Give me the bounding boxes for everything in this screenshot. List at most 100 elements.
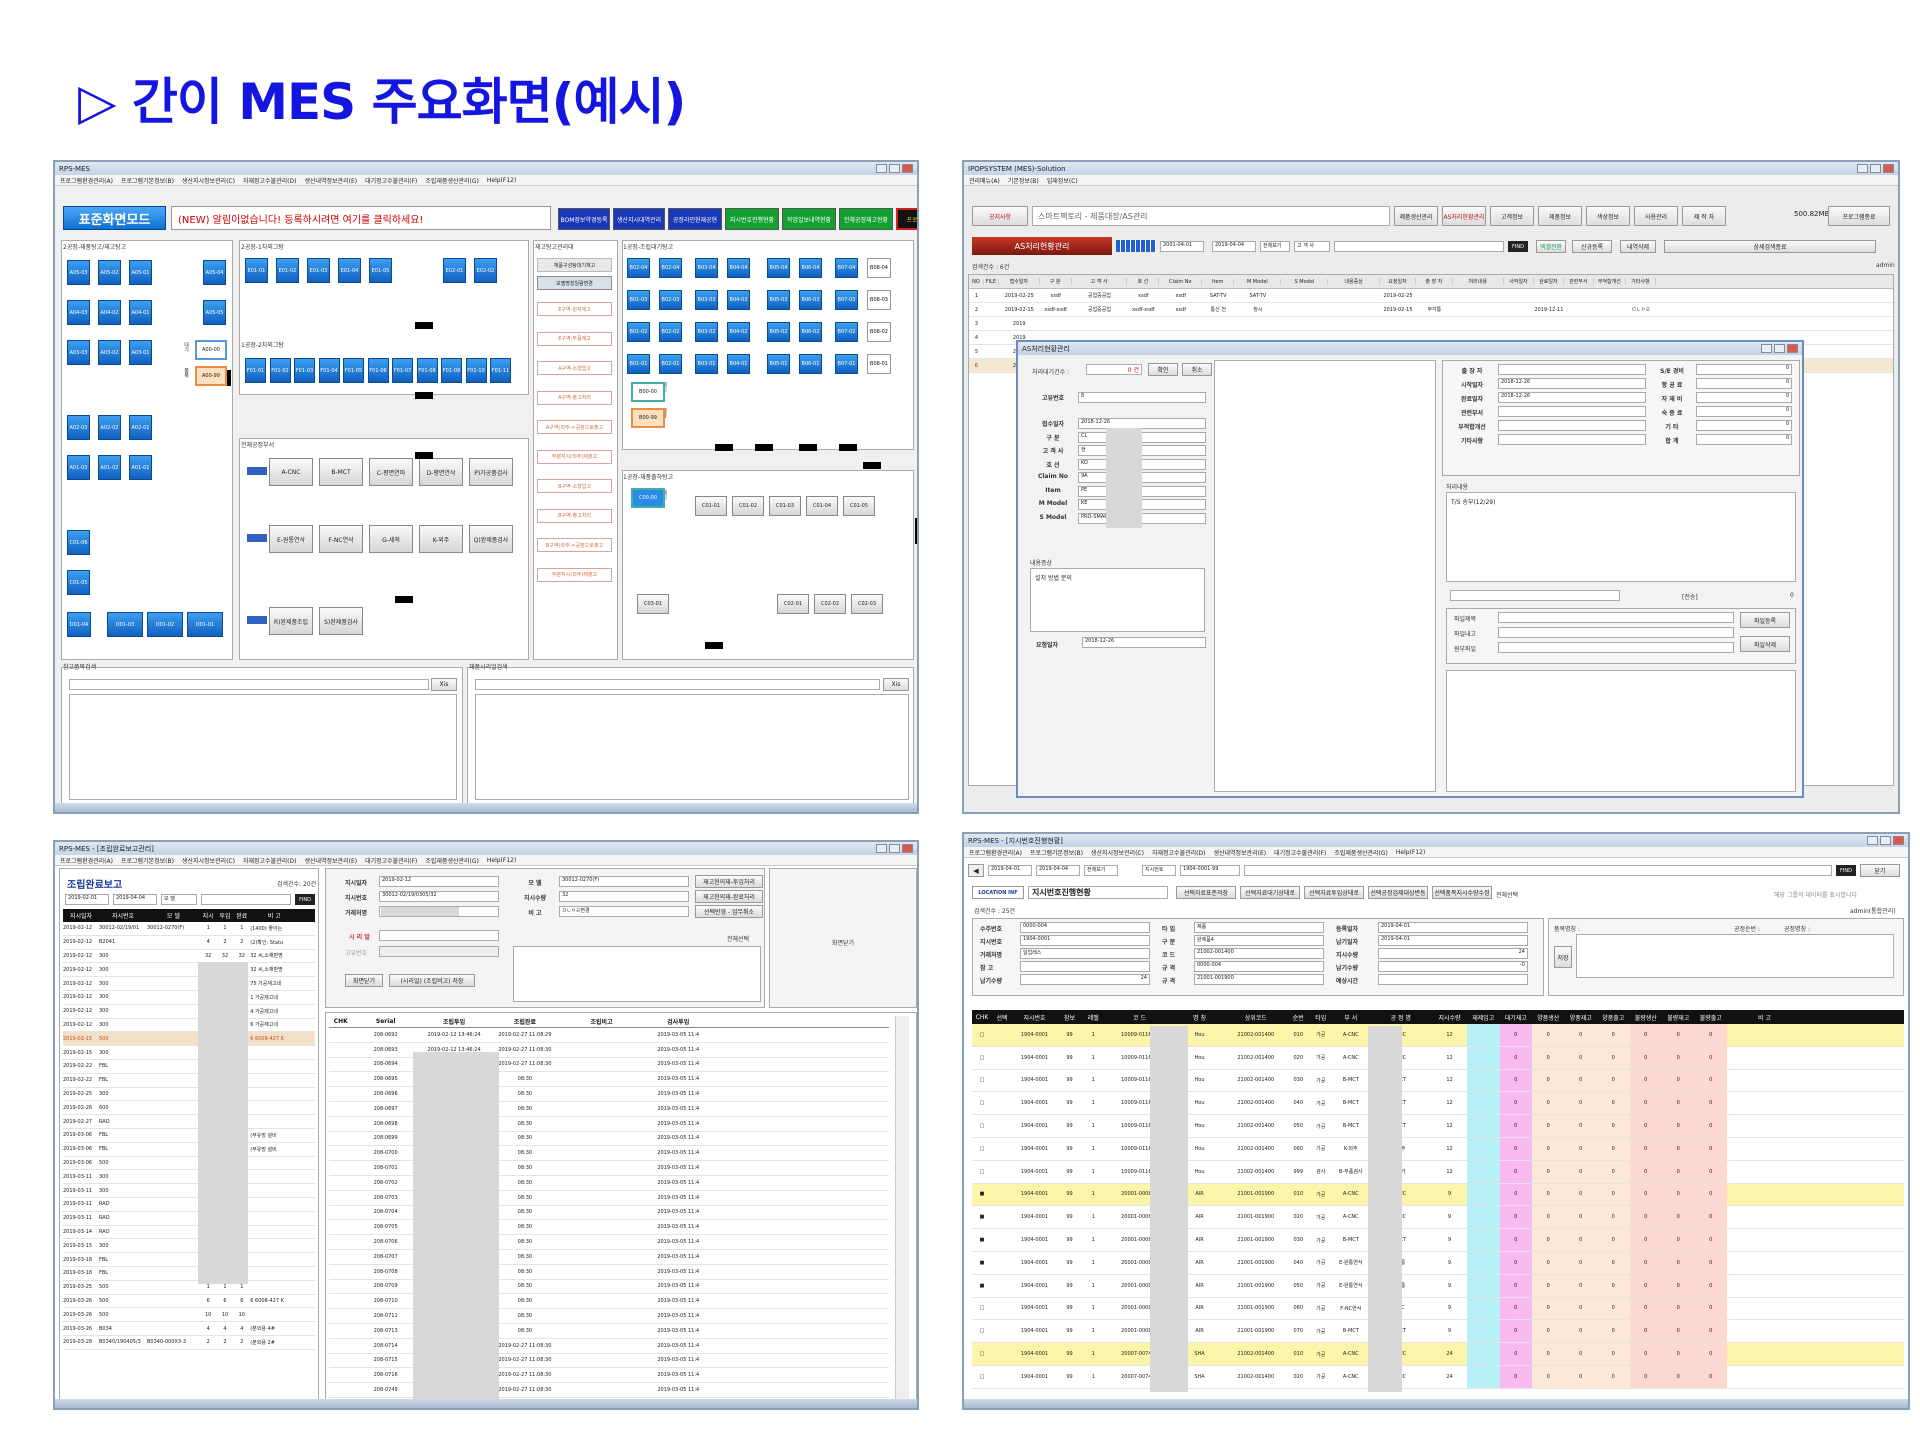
storage-cell[interactable]: B05-04 <box>767 258 790 278</box>
storage-cell[interactable]: B02-04 <box>627 258 650 278</box>
date-to-input[interactable]: 2019-04-04 <box>113 894 157 905</box>
table-row[interactable]: 2019-03-06FBL777(부유망 설비 <box>63 1143 315 1157</box>
storage-cell[interactable]: F01-10 <box>465 358 487 383</box>
dialog-field-value[interactable]: KE <box>1078 499 1206 510</box>
memo-textarea[interactable] <box>1576 934 1894 978</box>
action-button[interactable]: 재고현의재-완료처리 <box>695 890 763 903</box>
col-header[interactable]: 지시수량 <box>1432 1013 1467 1022</box>
col-header[interactable]: 완료일자 <box>1534 278 1564 285</box>
table-cell[interactable]: ■ <box>972 1252 992 1274</box>
save-button[interactable]: (시리얼) (조립비고) 저장 <box>389 974 475 987</box>
col-header[interactable]: 투입 <box>217 911 234 920</box>
menu-item[interactable]: 기본정보(B) <box>1008 176 1039 185</box>
col-header[interactable]: 고 객 사 <box>1072 278 1128 285</box>
dialog-minimize-button[interactable] <box>1761 344 1772 353</box>
menu-item[interactable]: 조립재품생산관리(G) <box>425 176 479 185</box>
dialog-field-value[interactable]: 2018-12-26 <box>1078 418 1206 429</box>
b-special-cell[interactable]: B00-00 <box>631 382 665 402</box>
col-header[interactable]: CHK <box>972 1014 992 1021</box>
stock-manage-item[interactable]: A구역(외주->공장으로출고 <box>537 420 612 434</box>
top-button[interactable]: 제품생산관리 <box>1394 206 1438 226</box>
file-path-input[interactable] <box>1450 590 1620 601</box>
storage-cell[interactable]: F01-03 <box>294 358 315 383</box>
form-value[interactable]: 완제품4 <box>1194 935 1324 946</box>
attach-input[interactable] <box>1498 627 1734 638</box>
storage-cell[interactable]: A05-01 <box>129 260 152 285</box>
form-value[interactable]: 1904-0001 <box>1020 935 1150 946</box>
menu-item[interactable]: Help(F12) <box>487 857 516 864</box>
storage-cell[interactable]: A01-01 <box>129 455 152 480</box>
dialog-field-value[interactable]: 8 <box>1078 392 1206 403</box>
close-screen-label[interactable]: 화면닫기 <box>832 938 854 947</box>
stock-manage-item[interactable]: A구역-소형입고 <box>537 361 612 375</box>
col-header[interactable]: 호 선 <box>1127 278 1160 285</box>
form-value[interactable]: 30012-0270(F) <box>559 876 689 887</box>
table-row[interactable]: 2019-03-06FBL777(부유망 설비 <box>63 1129 315 1143</box>
right-field-value[interactable] <box>1498 406 1646 417</box>
storage-cell[interactable]: F01-01 <box>245 358 266 383</box>
storage-cell[interactable]: B06-03 <box>799 290 822 310</box>
cost-value[interactable]: 0 <box>1696 364 1792 375</box>
dialog-field-value[interactable]: PRO-SMART BOARD <box>1078 512 1206 524</box>
col-header[interactable]: 대기재고 <box>1500 1013 1533 1022</box>
storage-cell[interactable]: C01-05 <box>67 570 90 595</box>
storage-cell[interactable]: A03-02 <box>98 340 121 365</box>
find-button[interactable]: FIND <box>1508 241 1528 252</box>
table-row[interactable]: 2019-02-22FBL222 <box>63 1060 315 1074</box>
top-button[interactable]: 생산지시대역관리 <box>613 208 665 230</box>
storage-cell[interactable]: F01-08 <box>416 358 438 383</box>
top-button[interactable]: 공정라인현재공현 <box>668 208 722 230</box>
col-header[interactable]: Claim No <box>1159 278 1203 285</box>
table-row[interactable]: 2019-02-123001111 가공재고네 <box>63 991 315 1005</box>
table-row[interactable]: 2019-03-18FBL111 <box>63 1267 315 1281</box>
menu-item[interactable]: 관리메뉴(A) <box>969 176 1000 185</box>
menu-item[interactable]: 생산내역정보관리(E) <box>304 176 357 185</box>
storage-cell[interactable]: B02-03 <box>659 290 682 310</box>
storage-cell[interactable]: A04-02 <box>98 300 121 325</box>
all-select-checkbox[interactable]: 전체선택 <box>727 934 749 943</box>
filter-select[interactable]: 전체보기 <box>1084 865 1118 876</box>
table-row[interactable]: □ 1904-0001 99 1 10009-011600 Hou 21002-001400… <box>972 1069 1904 1093</box>
col-header[interactable]: 지시번호 <box>1012 1013 1057 1022</box>
table-row[interactable]: 2019-02-155006666 6009-427 K <box>63 1032 315 1047</box>
proc-textarea[interactable]: T/S 송부(12/29) <box>1446 492 1796 582</box>
process-button[interactable]: D-평면연삭 <box>419 458 463 486</box>
menu-item[interactable]: 생산지시정보관리(C) <box>1091 848 1144 857</box>
maximize-button[interactable] <box>889 164 900 173</box>
table-cell[interactable]: □ <box>972 1047 992 1069</box>
date-from-input[interactable]: 2001-04-01 <box>1160 241 1204 252</box>
menu-item[interactable]: 프로그램환경관리(A) <box>60 856 113 865</box>
table-row[interactable]: 2019-02-1230032323232 씨,소재판명 <box>63 963 315 978</box>
storage-cell[interactable]: B06-01 <box>799 354 822 374</box>
menu-item[interactable]: 자재정고수불관리(D) <box>1152 848 1205 857</box>
storage-cell[interactable]: B08-01 <box>867 354 891 374</box>
storage-cell[interactable]: A04-01 <box>129 300 152 325</box>
storage-cell[interactable]: F01-07 <box>392 358 413 383</box>
menu-item[interactable]: 조립재품생산관리(G) <box>1334 848 1388 857</box>
find-button[interactable]: FIND <box>295 894 315 905</box>
c-cell[interactable]: C02-02 <box>814 594 846 614</box>
table-row[interactable]: ■ 1904-0001 99 1 20001-000800 AIR 21001-001900… <box>972 1206 1904 1230</box>
table-row[interactable]: □ 1904-0001 99 1 10009-011600 Hou 21002-001400… <box>972 1137 1904 1161</box>
col-header[interactable]: CHK <box>329 1018 353 1025</box>
storage-cell[interactable]: B07-04 <box>835 258 858 278</box>
dialog-maximize-button[interactable] <box>1774 344 1785 353</box>
table-row[interactable]: 2019-03-15300111 <box>63 1239 315 1254</box>
storage-cell[interactable]: A02-02 <box>98 415 121 440</box>
top-button[interactable]: 작업일보내역현황 <box>782 208 836 230</box>
storage-cell[interactable]: B08-03 <box>867 290 891 310</box>
col-header[interactable]: 불량재고 <box>1662 1013 1695 1022</box>
table-row[interactable]: 2019-02-15300333 <box>63 1046 315 1060</box>
stock-manage-item[interactable]: B구역(외주->공장으로출고 <box>537 538 612 552</box>
col-header[interactable]: 조립투입 <box>419 1017 490 1026</box>
storage-cell[interactable]: B04-02 <box>727 322 750 342</box>
col-header[interactable]: 불량출고 <box>1695 1013 1728 1022</box>
notice-bar[interactable]: (NEW) 알림이없습니다! 등록하시려면 여기를 클릭하세요! <box>171 206 551 230</box>
attach-input[interactable] <box>1498 612 1734 623</box>
item-search-input[interactable] <box>69 679 429 690</box>
menu-item[interactable]: 프로그램기본정보(B) <box>1030 848 1083 857</box>
storage-cell[interactable]: B07-03 <box>835 290 858 310</box>
standard-mode-label[interactable]: 표준화면모드 <box>63 206 166 230</box>
table-cell[interactable]: □ <box>972 1161 992 1183</box>
cost-value[interactable]: 0 <box>1696 434 1792 445</box>
